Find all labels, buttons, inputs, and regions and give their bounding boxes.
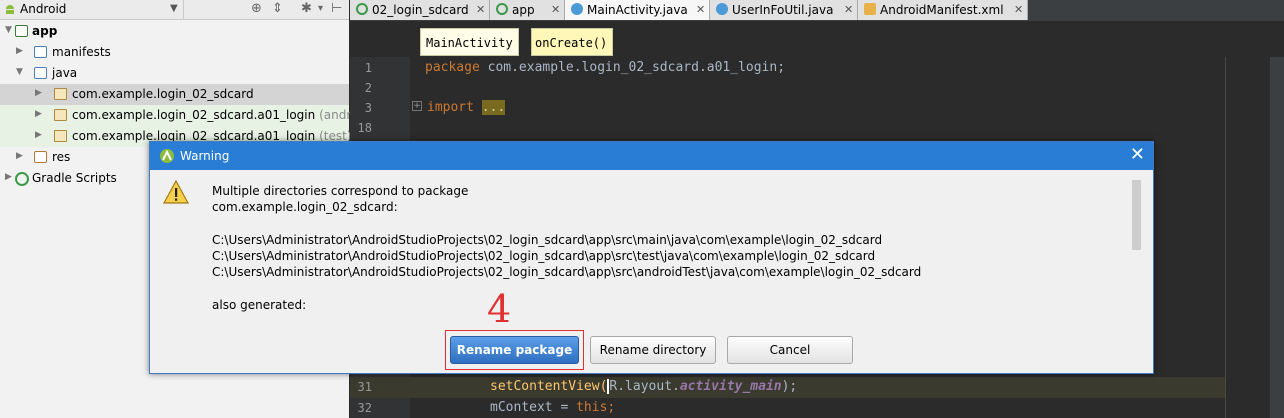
- close-icon[interactable]: ✕: [476, 3, 485, 16]
- cancel-button[interactable]: Cancel: [727, 336, 853, 364]
- annotation-step-number: 4: [487, 287, 512, 331]
- close-icon[interactable]: ✕: [696, 3, 705, 16]
- tree-item-package-main[interactable]: ▶ com.example.login_02_sdcard: [0, 84, 349, 105]
- line-number: 3: [364, 101, 372, 115]
- tree-item-package-androidtest[interactable]: ▶ com.example.login_02_sdcard.a01_login …: [0, 105, 362, 126]
- annotation-highlight-box: [445, 330, 584, 370]
- gradle-icon: [15, 172, 29, 186]
- close-icon[interactable]: ✕: [844, 3, 853, 16]
- android-icon: [6, 5, 14, 14]
- keyword: this: [576, 400, 608, 415]
- gear-icon[interactable]: ✱: [301, 1, 312, 16]
- tab-androidmanifest[interactable]: AndroidManifest.xml ✕: [858, 0, 1028, 20]
- method-call: setContentView(: [490, 379, 608, 394]
- rename-directory-button[interactable]: Rename directory: [590, 336, 716, 364]
- tree-item-java[interactable]: ▼ java: [0, 63, 349, 84]
- gradle-icon: [496, 3, 508, 15]
- android-studio-icon: [160, 149, 174, 163]
- dialog-message: Multiple directories correspond to packa…: [212, 184, 922, 313]
- tree-item-label: res: [52, 150, 71, 164]
- tab-app[interactable]: app ✕: [490, 0, 565, 20]
- code-line-mcontext[interactable]: mContext = this;: [490, 400, 615, 415]
- punctuation: ;: [607, 400, 616, 415]
- line-number: 1: [364, 61, 372, 75]
- tab-label: 02_login_sdcard: [372, 3, 469, 17]
- collapse-arrow-icon[interactable]: ▶: [35, 88, 42, 98]
- close-icon[interactable]: ✕: [551, 3, 560, 16]
- resource-id: activity_main: [679, 379, 782, 394]
- tab-label: UserInFoUtil.java: [732, 3, 834, 17]
- tab-label: AndroidManifest.xml: [880, 3, 1004, 17]
- code-line-package[interactable]: package com.example.login_02_sdcard.a01_…: [425, 60, 785, 75]
- keyword: import: [427, 100, 474, 115]
- code-line-import[interactable]: import ...: [427, 100, 506, 115]
- project-panel-header: Android ▼ ⊕ ⇕ ✱ ▾ ⊢: [0, 0, 349, 20]
- tree-item-label: com.example.login_02_sdcard.a01_login: [72, 108, 316, 122]
- warning-dialog: Warning ✕ Multiple directories correspon…: [149, 141, 1154, 374]
- package-icon: [54, 130, 67, 142]
- tab-02-login-sdcard[interactable]: 02_login_sdcard ✕: [350, 0, 490, 20]
- tree-item-label: manifests: [52, 45, 111, 59]
- close-icon[interactable]: ✕: [1014, 3, 1023, 16]
- class-icon: [716, 3, 728, 15]
- collapse-arrow-icon[interactable]: ▶: [5, 172, 12, 182]
- fold-plus-icon[interactable]: +: [412, 101, 422, 111]
- project-view-label: Android: [20, 2, 67, 16]
- resource-folder-icon: [34, 151, 47, 163]
- gradle-icon: [356, 3, 368, 15]
- line-number: 2: [364, 81, 372, 95]
- collapse-arrow-icon[interactable]: ▶: [35, 109, 42, 119]
- sync-icon[interactable]: ⊕: [251, 1, 262, 16]
- punctuation: );: [781, 379, 798, 394]
- code-line-setcontentview[interactable]: setContentView(R.layout.activity_main);: [490, 379, 797, 394]
- tree-item-text: com.example.login_02_sdcard.a01_login (a…: [72, 108, 362, 122]
- tab-userinfoutil[interactable]: UserInFoUtil.java ✕: [710, 0, 858, 20]
- variable: mContext =: [490, 400, 577, 415]
- expand-arrow-icon[interactable]: ▼: [16, 67, 23, 77]
- gear-dropdown-icon[interactable]: ▾: [318, 3, 323, 14]
- dialog-title: Warning: [180, 149, 230, 163]
- tab-label: MainActivity.java: [587, 3, 688, 17]
- field-ref: .layout.: [617, 379, 680, 394]
- keyword: package: [425, 60, 480, 75]
- right-margin-guide: [1225, 57, 1226, 418]
- warning-icon: [162, 179, 190, 204]
- line-number: 18: [357, 121, 372, 135]
- class-icon: [571, 3, 583, 15]
- collapse-arrow-icon[interactable]: ▶: [35, 130, 42, 140]
- chevron-down-icon: ▼: [170, 3, 178, 14]
- line-number: 32: [357, 401, 372, 415]
- tree-item-label: app: [32, 24, 58, 38]
- editor-scrollbar[interactable]: [1270, 57, 1284, 418]
- collapse-arrow-icon[interactable]: ▶: [16, 46, 23, 56]
- project-view-selector[interactable]: Android ▼: [0, 0, 184, 19]
- manifest-icon: [864, 3, 876, 15]
- tab-label: app: [512, 3, 535, 17]
- folded-imports[interactable]: ...: [481, 100, 506, 115]
- module-icon: [15, 25, 28, 37]
- dialog-scrollbar[interactable]: [1132, 180, 1141, 250]
- package-name: com.example.login_02_sdcard.a01_login;: [487, 60, 786, 75]
- tree-item-label: java: [52, 66, 78, 80]
- package-icon: [54, 109, 67, 121]
- tab-mainactivity[interactable]: MainActivity.java ✕: [565, 0, 710, 20]
- collapse-arrow-icon[interactable]: ▶: [16, 151, 23, 161]
- breadcrumb-class[interactable]: MainActivity: [420, 28, 519, 56]
- close-icon[interactable]: ✕: [1130, 145, 1145, 165]
- breadcrumb-method[interactable]: onCreate(): [531, 28, 614, 56]
- collapse-icon[interactable]: ⇕: [272, 1, 283, 16]
- expand-arrow-icon[interactable]: ▼: [5, 25, 12, 35]
- tree-item-label: com.example.login_02_sdcard: [72, 87, 254, 101]
- editor-tab-bar: 02_login_sdcard ✕ app ✕ MainActivity.jav…: [350, 0, 1284, 22]
- package-icon: [54, 88, 67, 100]
- tree-item-app[interactable]: ▼ app: [0, 21, 349, 42]
- hide-panel-icon[interactable]: ⊢: [331, 1, 342, 16]
- folder-icon: [34, 67, 47, 79]
- class-ref: R: [607, 379, 618, 394]
- line-number: 31: [357, 380, 372, 394]
- tree-item-label: Gradle Scripts: [32, 171, 117, 185]
- dialog-title-bar[interactable]: Warning ✕: [150, 142, 1153, 170]
- folder-icon: [34, 46, 47, 58]
- tree-item-manifests[interactable]: ▶ manifests: [0, 42, 349, 63]
